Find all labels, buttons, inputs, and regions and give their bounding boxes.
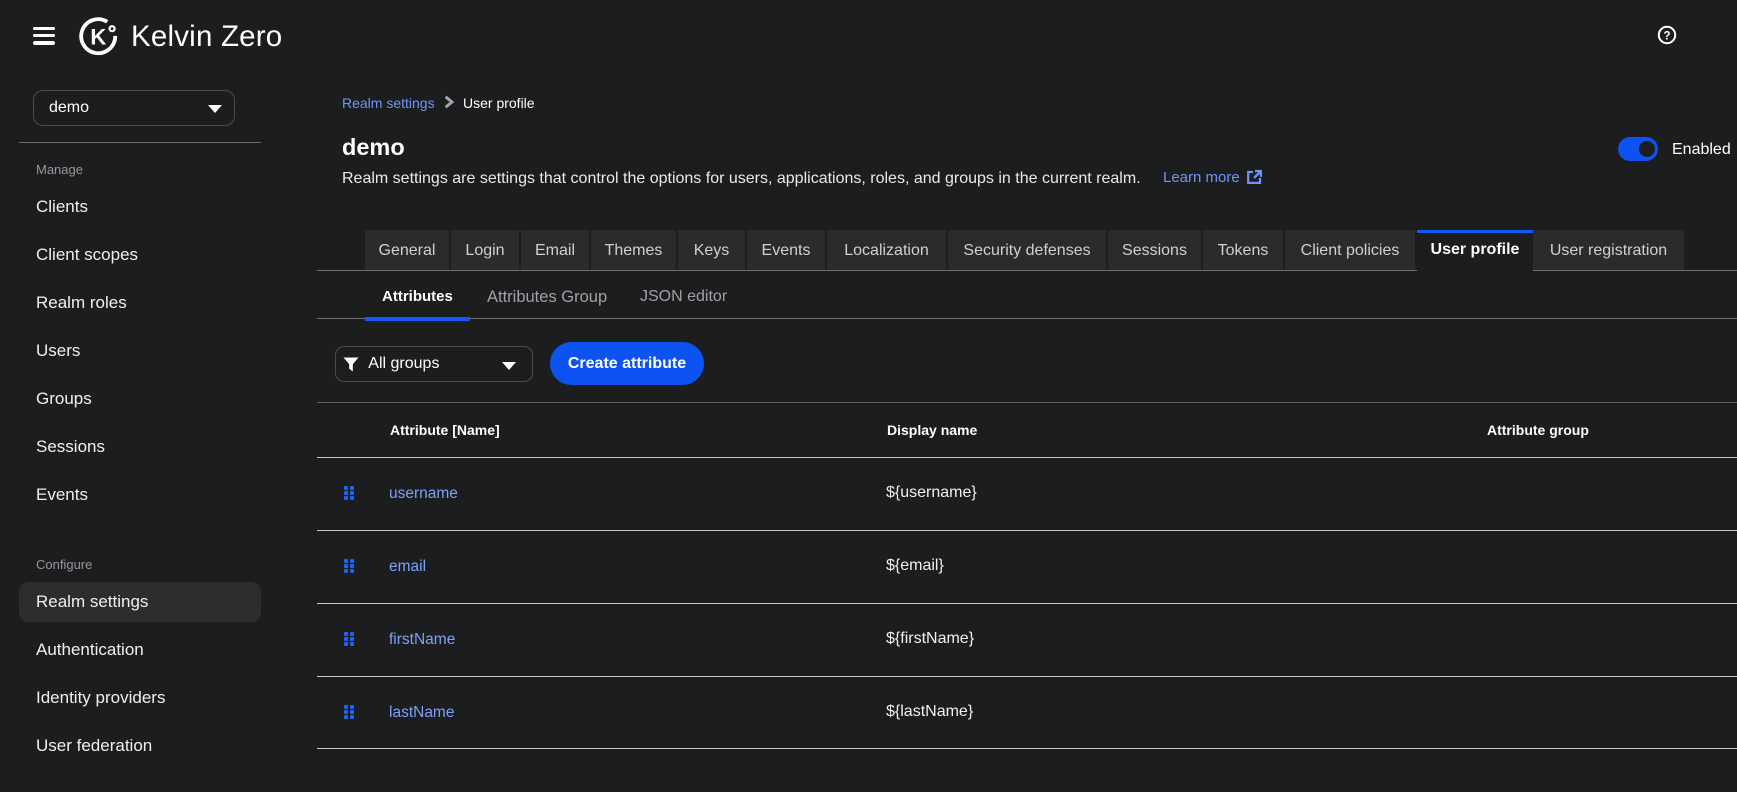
svg-text:K: K xyxy=(90,25,106,50)
svg-text:?: ? xyxy=(1663,30,1670,42)
